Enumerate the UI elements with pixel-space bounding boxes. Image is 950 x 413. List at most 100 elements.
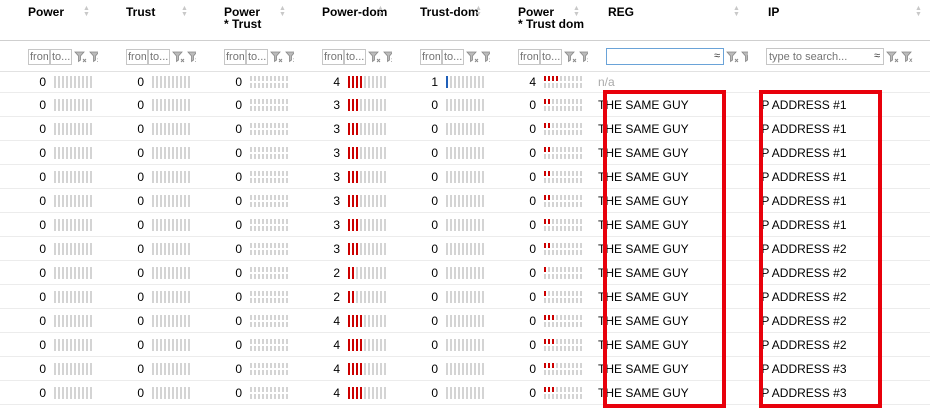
bar-tick bbox=[356, 386, 358, 399]
sort-icon[interactable]: ▲ ▼ bbox=[573, 5, 580, 18]
filter-apply-icon[interactable] bbox=[172, 50, 185, 63]
numeric-cell: 0 bbox=[196, 212, 294, 237]
bar-tick bbox=[262, 194, 264, 200]
table-row[interactable]: 0 0 0 3 0 0 THE SAME GUY IP ADDRESS #1 bbox=[0, 92, 930, 117]
cell-value: 4 bbox=[333, 313, 340, 328]
filter-apply-icon[interactable] bbox=[74, 50, 87, 63]
header-reg[interactable]: REG ▲ ▼ bbox=[588, 0, 748, 41]
cell-value: 0 bbox=[529, 217, 536, 232]
filter-apply-icon[interactable] bbox=[270, 50, 283, 63]
range-from-input[interactable] bbox=[420, 48, 442, 65]
bar-tick bbox=[572, 314, 574, 320]
sort-icon[interactable]: ▲ ▼ bbox=[83, 5, 90, 18]
range-from-input[interactable] bbox=[126, 48, 148, 65]
bar-tick bbox=[482, 76, 484, 88]
cell-value: 0 bbox=[431, 121, 438, 136]
header-sublabel: * Trust bbox=[224, 17, 262, 31]
table-row[interactable]: 0 0 0 3 0 0 THE SAME GUY IP ADDRESS #1 bbox=[0, 116, 930, 141]
range-to-input[interactable] bbox=[540, 48, 562, 65]
filter-clear-icon[interactable]: x bbox=[481, 50, 490, 64]
bar-tick bbox=[250, 170, 252, 176]
bar-tick bbox=[78, 98, 80, 111]
reg-search-input[interactable] bbox=[607, 49, 711, 64]
range-to-input[interactable] bbox=[50, 48, 72, 65]
range-from-input[interactable] bbox=[322, 48, 344, 65]
filter-clear-icon[interactable]: x bbox=[901, 50, 914, 64]
range-to-input[interactable] bbox=[148, 48, 170, 65]
filter-apply-icon[interactable] bbox=[564, 50, 577, 63]
range-from-input[interactable] bbox=[224, 48, 246, 65]
bar-tick bbox=[90, 76, 92, 88]
filter-clear-icon[interactable]: x bbox=[579, 50, 588, 64]
header-trust[interactable]: Trust ▲ ▼ bbox=[98, 0, 196, 41]
table-row[interactable]: 0 0 0 3 0 0 THE SAME GUY IP ADDRESS #2 bbox=[0, 236, 930, 261]
filter-clear-icon[interactable]: x bbox=[383, 50, 392, 64]
bar-tick bbox=[90, 98, 92, 111]
bar-tick bbox=[274, 153, 276, 159]
power-trust-dom-meter bbox=[544, 338, 582, 351]
filter-clear-icon[interactable]: x bbox=[741, 50, 748, 63]
sort-icon[interactable]: ▲ ▼ bbox=[279, 5, 286, 18]
bar-tick bbox=[544, 98, 546, 104]
filter-apply-icon[interactable] bbox=[886, 50, 899, 63]
sort-icon[interactable]: ▲ ▼ bbox=[915, 5, 922, 18]
header-ip[interactable]: IP ▲ ▼ bbox=[748, 0, 930, 41]
bar-tick bbox=[278, 76, 280, 81]
numeric-cell: 0 bbox=[490, 332, 588, 357]
header-power-trust-dom[interactable]: Power * Trust dom ▲ ▼ bbox=[490, 0, 588, 41]
header-power-trust[interactable]: Power * Trust ▲ ▼ bbox=[196, 0, 294, 41]
bar-tick bbox=[560, 146, 562, 152]
table-row[interactable]: 0 0 0 3 0 0 THE SAME GUY IP ADDRESS #1 bbox=[0, 140, 930, 165]
approx-match-icon[interactable]: ≈ bbox=[874, 50, 880, 62]
bar-tick bbox=[462, 218, 464, 231]
filter-apply-icon[interactable] bbox=[726, 50, 739, 63]
cell-value: 0 bbox=[431, 265, 438, 280]
header-power[interactable]: Power ▲ ▼ bbox=[0, 0, 98, 41]
range-from-input[interactable] bbox=[28, 48, 50, 65]
header-trust-dom[interactable]: Trust-dom ▲ ▼ bbox=[392, 0, 490, 41]
bar-tick bbox=[556, 242, 558, 248]
range-to-input[interactable] bbox=[344, 48, 366, 65]
table-row[interactable]: 0 0 0 4 0 0 THE SAME GUY IP ADDRESS #3 bbox=[0, 380, 930, 405]
sort-icon[interactable]: ▲ ▼ bbox=[733, 5, 740, 18]
sort-icon[interactable]: ▲ ▼ bbox=[475, 5, 482, 18]
bar-tick bbox=[458, 266, 460, 279]
header-power-dom[interactable]: Power-dom ▲ ▼ bbox=[294, 0, 392, 41]
sort-icon[interactable]: ▲ ▼ bbox=[181, 5, 188, 18]
table-row[interactable]: 0 0 0 4 0 0 THE SAME GUY IP ADDRESS #2 bbox=[0, 332, 930, 357]
filter-apply-icon[interactable] bbox=[368, 50, 381, 63]
table-row[interactable]: 0 0 0 3 0 0 THE SAME GUY IP ADDRESS #1 bbox=[0, 212, 930, 237]
filter-clear-icon[interactable]: x bbox=[285, 50, 294, 64]
table-row[interactable]: 0 0 0 4 0 0 THE SAME GUY IP ADDRESS #2 bbox=[0, 308, 930, 333]
filter-clear-icon[interactable]: x bbox=[187, 50, 196, 64]
range-from-input[interactable] bbox=[518, 48, 540, 65]
table-row[interactable]: 0 0 0 2 0 0 THE SAME GUY IP ADDRESS #2 bbox=[0, 284, 930, 309]
bar-tick bbox=[250, 194, 252, 200]
filter-clear-icon[interactable]: x bbox=[89, 50, 98, 64]
bar-tick bbox=[54, 386, 56, 399]
reg-cell: THE SAME GUY bbox=[588, 356, 748, 381]
bar-tick bbox=[286, 194, 288, 200]
table-row[interactable]: 0 0 0 3 0 0 THE SAME GUY IP ADDRESS #1 bbox=[0, 188, 930, 213]
table-row[interactable]: 0 0 0 2 0 0 THE SAME GUY IP ADDRESS #2 bbox=[0, 260, 930, 285]
range-to-input[interactable] bbox=[442, 48, 464, 65]
sort-icon[interactable]: ▲ ▼ bbox=[377, 5, 384, 18]
bar-tick bbox=[552, 369, 554, 375]
bar-tick bbox=[152, 194, 154, 207]
bar-tick bbox=[176, 242, 178, 255]
table-row[interactable]: 0 0 0 4 1 4 n/a bbox=[0, 71, 930, 93]
trust-meter bbox=[152, 266, 190, 279]
table-row[interactable]: 0 0 0 4 0 0 THE SAME GUY IP ADDRESS #3 bbox=[0, 356, 930, 381]
bar-tick bbox=[62, 242, 64, 255]
range-to-input[interactable] bbox=[246, 48, 268, 65]
bar-tick bbox=[188, 218, 190, 231]
bar-tick bbox=[364, 362, 366, 375]
bar-tick bbox=[188, 122, 190, 135]
approx-match-icon[interactable]: ≈ bbox=[714, 50, 720, 62]
bar-tick bbox=[380, 122, 382, 135]
bar-tick bbox=[66, 194, 68, 207]
table-row[interactable]: 0 0 0 3 0 0 THE SAME GUY IP ADDRESS #1 bbox=[0, 164, 930, 189]
bar-tick bbox=[282, 386, 284, 392]
ip-search-input[interactable] bbox=[767, 49, 871, 64]
filter-apply-icon[interactable] bbox=[466, 50, 479, 63]
